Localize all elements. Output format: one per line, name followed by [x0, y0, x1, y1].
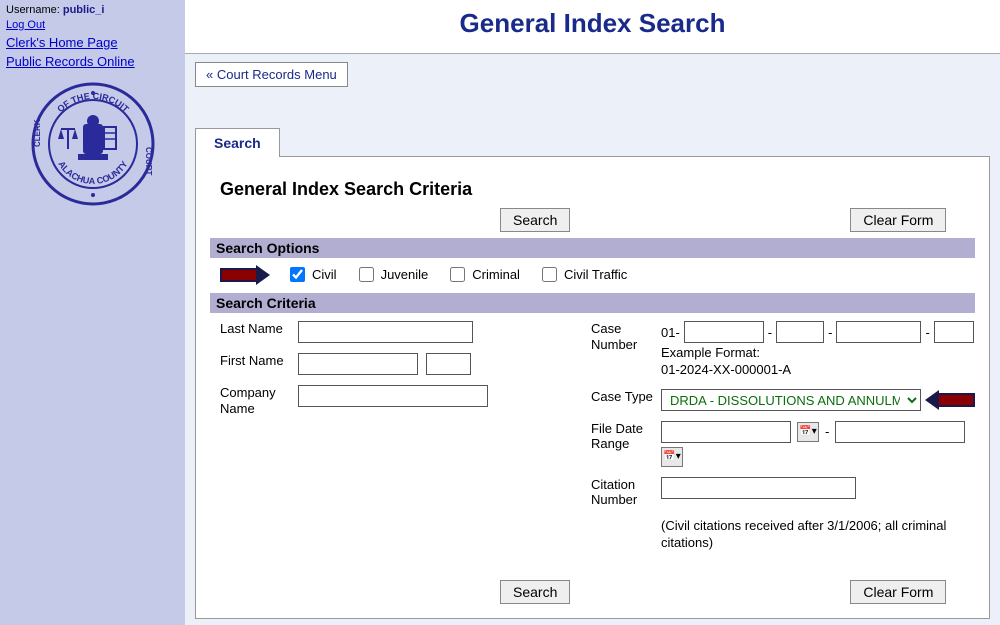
case-number-suffix-input[interactable] — [934, 321, 974, 343]
case-number-label: Case Number — [591, 321, 653, 352]
last-name-input[interactable] — [298, 321, 473, 343]
main-content: General Index Search « Court Records Men… — [185, 0, 1000, 625]
case-number-year-input[interactable] — [684, 321, 764, 343]
clerk-seal-icon: OF THE CIRCUIT ALACHUA COUNTY CLERK COUR… — [28, 79, 158, 209]
svg-text:ALACHUA COUNTY: ALACHUA COUNTY — [56, 159, 129, 186]
civil-traffic-checkbox[interactable] — [542, 267, 557, 282]
svg-text:COURT: COURT — [144, 147, 153, 176]
username-value: public_i — [63, 4, 105, 16]
clear-form-button-bottom[interactable]: Clear Form — [850, 580, 946, 604]
juvenile-label: Juvenile — [381, 267, 429, 282]
case-type-select[interactable]: DRDA - DISSOLUTIONS AND ANNULMENTS — [661, 389, 921, 411]
criminal-checkbox-label[interactable]: Criminal — [446, 264, 520, 285]
page-title: General Index Search — [185, 0, 1000, 53]
logout-link[interactable]: Log Out — [6, 19, 45, 31]
citation-note: (Civil citations received after 3/1/2006… — [661, 518, 975, 552]
first-name-label: First Name — [220, 353, 290, 369]
username-line: Username: public_i — [6, 4, 179, 16]
tab-search[interactable]: Search — [195, 128, 280, 157]
public-records-link[interactable]: Public Records Online — [6, 54, 135, 69]
search-options-row: Civil Juvenile Criminal Civil Traff — [210, 258, 975, 291]
calendar-to-button[interactable]: 📅▾ — [661, 447, 683, 467]
tab-bar: Search General Index Search Criteria Sea… — [195, 127, 990, 619]
example-format-value: 01-2024-XX-000001-A — [661, 362, 791, 377]
section-search-criteria: Search Criteria — [210, 293, 975, 313]
clear-form-button-top[interactable]: Clear Form — [850, 208, 946, 232]
search-button-top[interactable]: Search — [500, 208, 570, 232]
arrow-right-icon — [220, 267, 268, 283]
civil-traffic-checkbox-label[interactable]: Civil Traffic — [538, 264, 627, 285]
company-name-label: Company Name — [220, 385, 290, 416]
section-search-options: Search Options — [210, 238, 975, 258]
search-button-bottom[interactable]: Search — [500, 580, 570, 604]
case-type-label: Case Type — [591, 389, 653, 405]
first-name-input[interactable] — [298, 353, 418, 375]
case-number-prefix: 01- — [661, 325, 680, 340]
citation-number-input[interactable] — [661, 477, 856, 499]
criminal-checkbox[interactable] — [450, 267, 465, 282]
file-date-range-label: File Date Range — [591, 421, 653, 452]
civil-traffic-label: Civil Traffic — [564, 267, 627, 282]
citation-number-label: Citation Number — [591, 477, 653, 508]
juvenile-checkbox[interactable] — [359, 267, 374, 282]
search-panel: General Index Search Criteria Search Cle… — [195, 156, 990, 619]
case-number-type-input[interactable] — [776, 321, 824, 343]
file-date-to-input[interactable] — [835, 421, 965, 443]
middle-initial-input[interactable] — [426, 353, 471, 375]
last-name-label: Last Name — [220, 321, 290, 337]
panel-heading: General Index Search Criteria — [220, 179, 975, 200]
criminal-label: Criminal — [472, 267, 520, 282]
calendar-icon: 📅▾ — [663, 451, 680, 462]
arrow-left-icon — [927, 392, 975, 408]
svg-text:CLERK: CLERK — [33, 119, 42, 147]
company-name-input[interactable] — [298, 385, 488, 407]
calendar-icon: 📅▾ — [799, 426, 816, 437]
case-number-seq-input[interactable] — [836, 321, 921, 343]
clerk-home-link[interactable]: Clerk's Home Page — [6, 35, 118, 50]
example-format-label: Example Format: — [661, 345, 760, 360]
file-date-from-input[interactable] — [661, 421, 791, 443]
civil-label: Civil — [312, 267, 337, 282]
username-label: Username: — [6, 4, 60, 16]
calendar-from-button[interactable]: 📅▾ — [797, 422, 819, 442]
civil-checkbox-label[interactable]: Civil — [286, 264, 337, 285]
date-separator: - — [825, 424, 829, 439]
sidebar: Username: public_i Log Out Clerk's Home … — [0, 0, 185, 625]
court-records-menu-button[interactable]: « Court Records Menu — [195, 62, 348, 87]
content-area: « Court Records Menu Search General Inde… — [185, 53, 1000, 625]
juvenile-checkbox-label[interactable]: Juvenile — [355, 264, 429, 285]
civil-checkbox[interactable] — [290, 267, 305, 282]
